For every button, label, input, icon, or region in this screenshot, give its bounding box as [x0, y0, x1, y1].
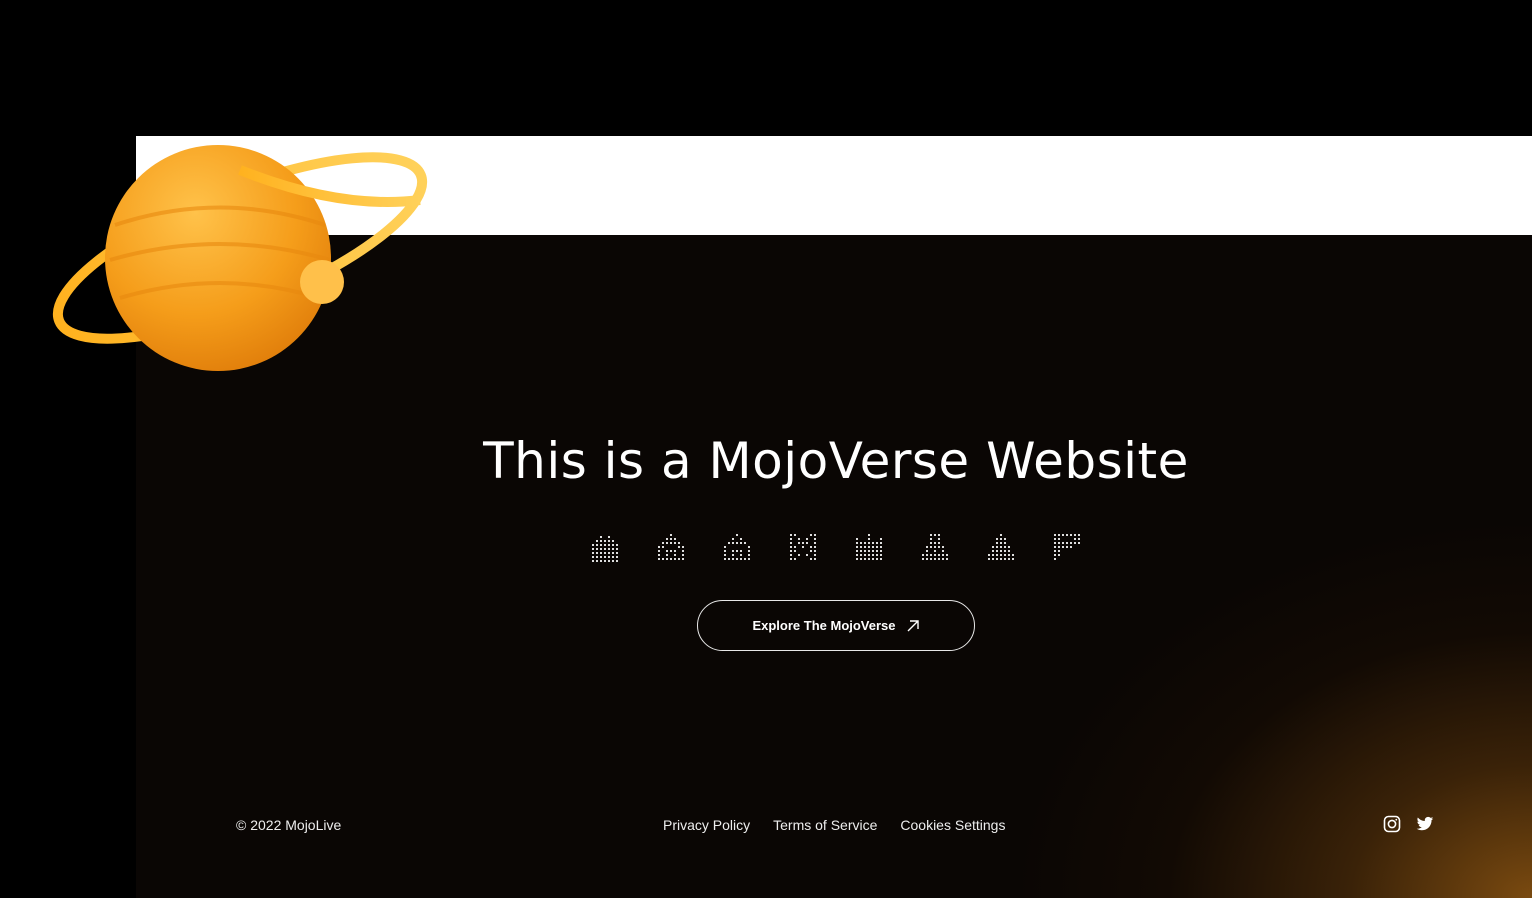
pixel-p-logo-icon: [1054, 534, 1080, 560]
pixel-house-icon: [724, 534, 750, 560]
explore-mojoverse-button[interactable]: Explore The MojoVerse: [697, 600, 975, 651]
cookies-settings-link[interactable]: Cookies Settings: [900, 817, 1005, 833]
pixel-temple-icon: [658, 534, 684, 560]
social-links: [1383, 815, 1434, 833]
instagram-icon[interactable]: [1383, 815, 1401, 833]
pixel-pyramid-icon: [988, 534, 1014, 560]
arrow-up-right-icon: [907, 619, 919, 631]
partner-icons-row: [590, 532, 1084, 566]
planet-logo-icon: [52, 145, 428, 371]
footer-links: Privacy Policy Terms of Service Cookies …: [663, 817, 1005, 833]
pixel-robot-icon: [922, 534, 948, 560]
twitter-icon[interactable]: [1416, 815, 1434, 833]
privacy-policy-link[interactable]: Privacy Policy: [663, 817, 750, 833]
terms-of-service-link[interactable]: Terms of Service: [773, 817, 877, 833]
pixel-m-logo-icon: [790, 534, 816, 560]
pixel-buildings-icon: [592, 536, 618, 562]
hero-title: This is a MojoVerse Website: [483, 432, 1189, 490]
explore-button-label: Explore The MojoVerse: [752, 618, 896, 633]
pixel-city-icon: [856, 534, 882, 560]
copyright-text: © 2022 MojoLive: [236, 817, 342, 833]
